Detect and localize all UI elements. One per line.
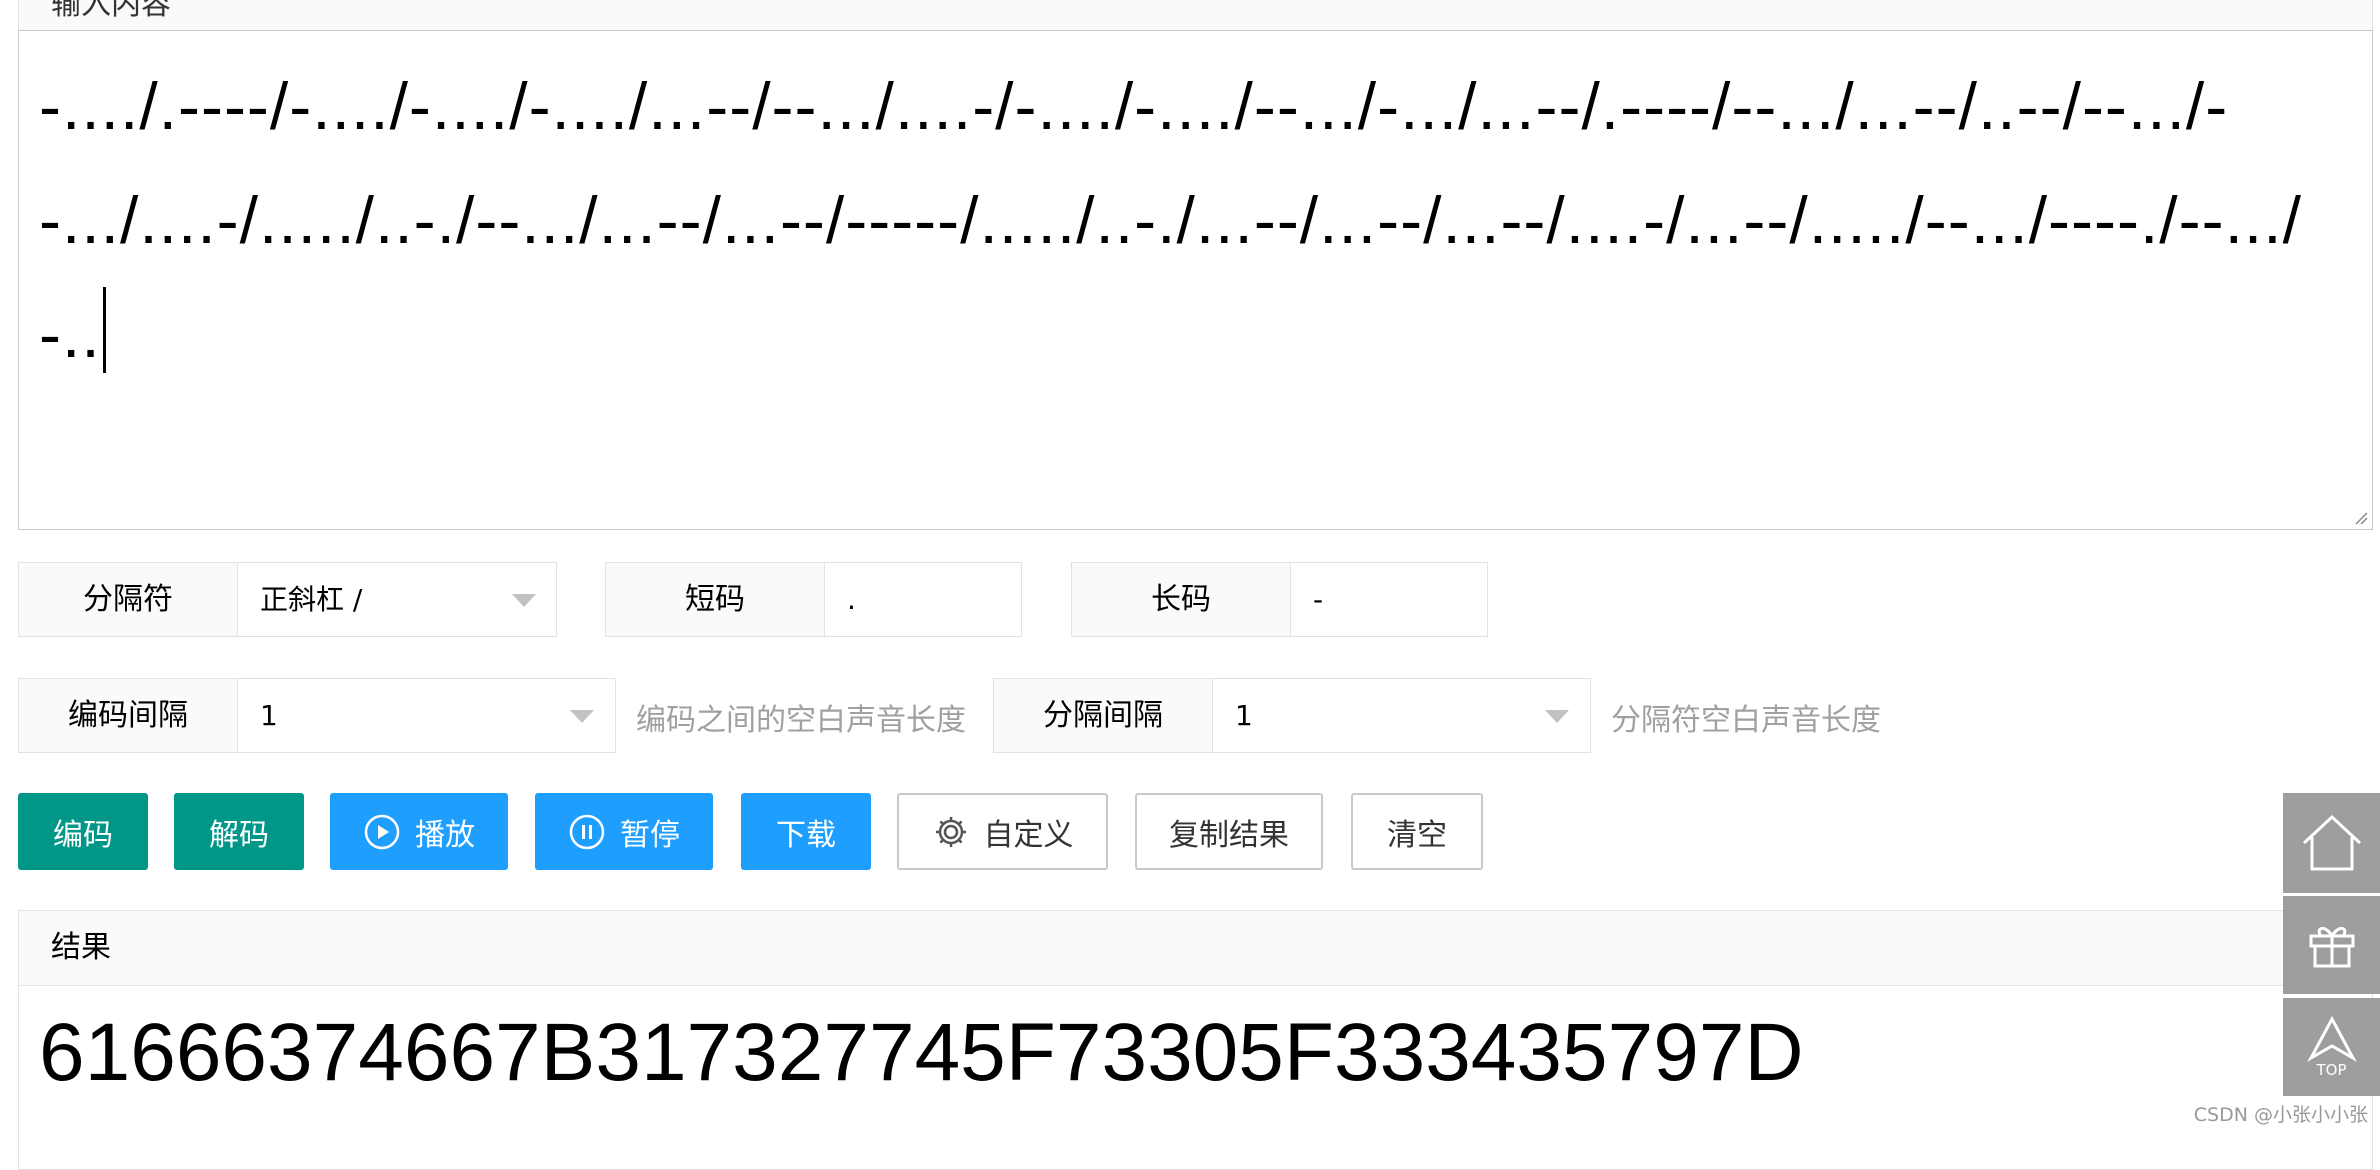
pause-button-label: 暂停 <box>620 817 680 853</box>
pause-button[interactable]: 暂停 <box>535 793 713 870</box>
custom-button-label: 自定义 <box>983 817 1074 853</box>
separator-label: 分隔符 <box>18 562 238 637</box>
input-header-label: 输入内容 <box>51 0 171 22</box>
custom-button[interactable]: 自定义 <box>897 793 1108 870</box>
long-code-value: - <box>1313 583 1324 616</box>
long-code-label: 长码 <box>1071 562 1291 637</box>
result-header-label: 结果 <box>51 930 111 965</box>
separator-interval-select[interactable]: 1 <box>1212 678 1591 753</box>
chevron-down-icon <box>512 594 536 607</box>
separator-interval-label: 分隔间隔 <box>993 678 1213 753</box>
chevron-down-icon <box>570 710 594 723</box>
encode-button[interactable]: 编码 <box>18 793 148 870</box>
gift-icon <box>2309 927 2354 968</box>
home-icon <box>2302 814 2361 871</box>
play-circle-icon <box>364 814 400 849</box>
copy-result-button[interactable]: 复制结果 <box>1135 793 1323 870</box>
input-text: -..../.----/-..../-..../-..../...--/--..… <box>39 69 2302 371</box>
watermark: CSDN @小张小小张 <box>2193 1104 2368 1126</box>
result-header: 结果 <box>19 911 2372 986</box>
gear-icon <box>935 816 966 847</box>
code-interval-value: 1 <box>260 699 278 732</box>
separator-select[interactable]: 正斜杠 / <box>237 562 557 637</box>
result-panel: 结果 61666374667B317327745F73305F333435797… <box>18 910 2373 1170</box>
clear-button-label: 清空 <box>1387 817 1447 853</box>
home-button[interactable] <box>2283 793 2380 893</box>
decode-button-label: 解码 <box>209 817 269 853</box>
arrow-up-icon <box>2306 1016 2357 1062</box>
short-code-value: . <box>847 583 856 616</box>
separator-interval-value: 1 <box>1235 699 1253 732</box>
pause-circle-icon <box>569 814 605 849</box>
clear-button[interactable]: 清空 <box>1351 793 1483 870</box>
short-code-input[interactable]: . <box>824 562 1022 637</box>
copy-result-button-label: 复制结果 <box>1169 817 1289 853</box>
code-interval-select[interactable]: 1 <box>237 678 616 753</box>
download-button[interactable]: 下载 <box>741 793 871 870</box>
long-code-input[interactable]: - <box>1290 562 1488 637</box>
chevron-down-icon <box>1545 710 1569 723</box>
result-text: 61666374667B317327745F73305F333435797D <box>39 1007 1804 1098</box>
resize-grip-icon[interactable] <box>2352 509 2368 525</box>
download-button-label: 下载 <box>776 817 836 853</box>
decode-button[interactable]: 解码 <box>174 793 304 870</box>
input-panel-header: 输入内容 <box>18 0 2373 32</box>
separator-select-value: 正斜杠 / <box>260 583 363 616</box>
gift-button[interactable] <box>2283 896 2380 994</box>
play-button[interactable]: 播放 <box>330 793 508 870</box>
code-interval-label: 编码间隔 <box>18 678 238 753</box>
back-to-top-button[interactable]: TOP <box>2283 998 2380 1096</box>
back-to-top-label: TOP <box>2316 1061 2347 1079</box>
encode-button-label: 编码 <box>53 817 113 853</box>
short-code-label: 短码 <box>605 562 825 637</box>
play-button-label: 播放 <box>415 817 475 853</box>
code-interval-hint: 编码之间的空白声音长度 <box>636 703 966 738</box>
morse-input-textarea[interactable]: -..../.----/-..../-..../-..../...--/--..… <box>18 30 2373 530</box>
text-caret <box>102 287 106 373</box>
separator-interval-hint: 分隔符空白声音长度 <box>1611 703 1881 738</box>
